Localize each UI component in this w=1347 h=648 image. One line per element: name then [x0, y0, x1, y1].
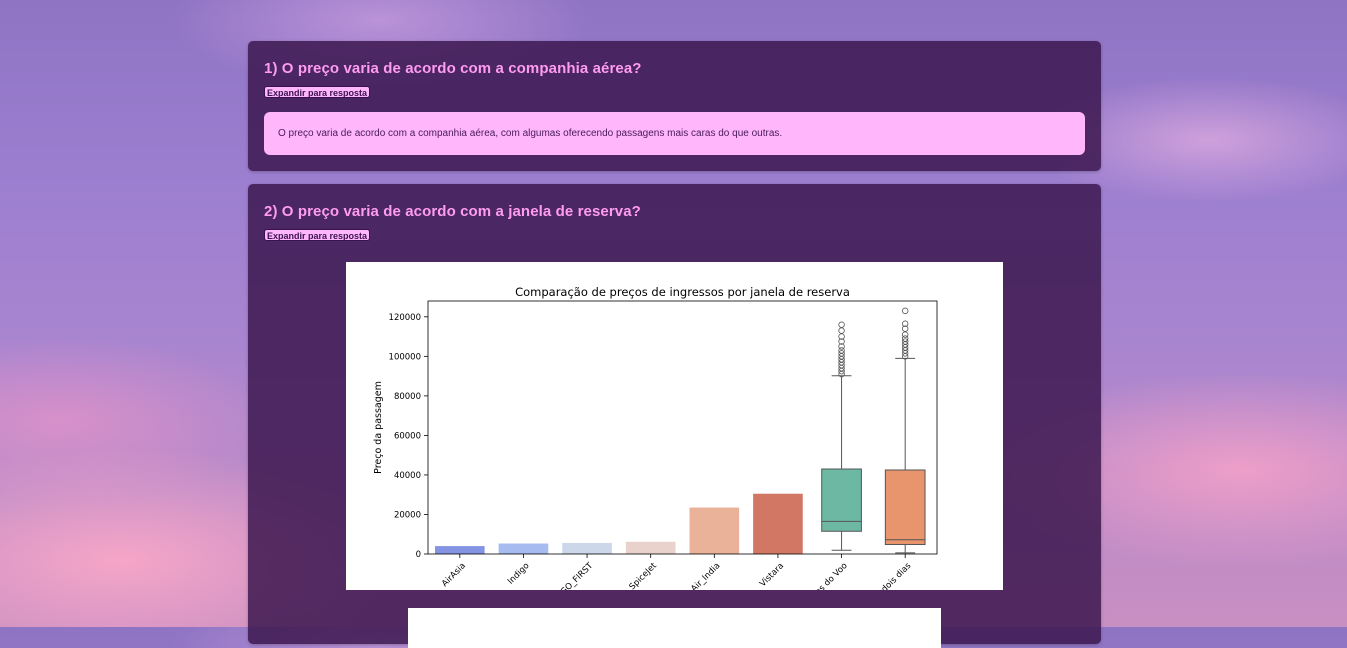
y-tick-label: 100000: [389, 352, 421, 362]
expand-answer-button[interactable]: Expandir para resposta: [264, 229, 371, 241]
bar-vistara: [753, 493, 803, 554]
price-by-booking-window-chart: Comparação de preços de ingressos por ja…: [373, 285, 938, 590]
bar-indigo: [498, 543, 549, 554]
bar-airasia: [434, 546, 485, 554]
box-at-dois-dias-outlier: [901, 307, 909, 315]
chart-title: Comparação de preços de ingressos por ja…: [515, 285, 850, 299]
x-tick-label: Até dois dias: [867, 560, 914, 590]
y-tick-label: 0: [416, 550, 421, 560]
expand-answer-button[interactable]: Expandir para resposta: [264, 86, 371, 98]
answer-text: O preço varia de acordo com a companhia …: [278, 128, 783, 139]
second-chart-panel: [408, 608, 941, 648]
y-tick-label: 60000: [394, 431, 421, 441]
box-dias-antes-do-voo-outlier: [838, 327, 845, 334]
bar-air-india: [689, 507, 740, 554]
x-tick-label: AirAsia: [440, 561, 468, 589]
x-tick-label: SpiceJet: [628, 561, 660, 590]
bar-spicejet: [625, 541, 676, 554]
y-tick-label: 120000: [389, 313, 421, 323]
question-title: 2) O preço varia de acordo com a janela …: [264, 203, 641, 220]
y-tick-label: 80000: [394, 392, 421, 402]
x-tick-label: Vistara: [758, 561, 786, 589]
y-tick-label: 20000: [394, 510, 421, 520]
box-dias-antes-do-voo-outlier: [838, 321, 845, 328]
x-tick-label: Indigo: [506, 561, 532, 587]
x-tick-label: GO_FIRST: [559, 560, 596, 590]
box-dias-antes-do-voo: [821, 468, 862, 532]
box-at-dois-dias-outlier: [901, 331, 909, 338]
x-tick-label: Air_India: [689, 561, 722, 590]
x-tick-label: Dias antes do Voo: [789, 561, 850, 590]
box-at-dois-dias: [884, 469, 926, 546]
y-axis-label: Preço da passagem: [373, 381, 384, 474]
answer-box: O preço varia de acordo com a companhia …: [264, 112, 1085, 155]
bar-go-first: [562, 542, 612, 554]
question-card-1: 1) O preço varia de acordo com a companh…: [248, 41, 1101, 171]
y-tick-label: 40000: [394, 471, 421, 481]
question-card-2: 2) O preço varia de acordo com a janela …: [248, 184, 1101, 648]
question-title: 1) O preço varia de acordo com a companh…: [264, 60, 642, 77]
chart-panel: Comparação de preços de ingressos por ja…: [346, 262, 1003, 590]
